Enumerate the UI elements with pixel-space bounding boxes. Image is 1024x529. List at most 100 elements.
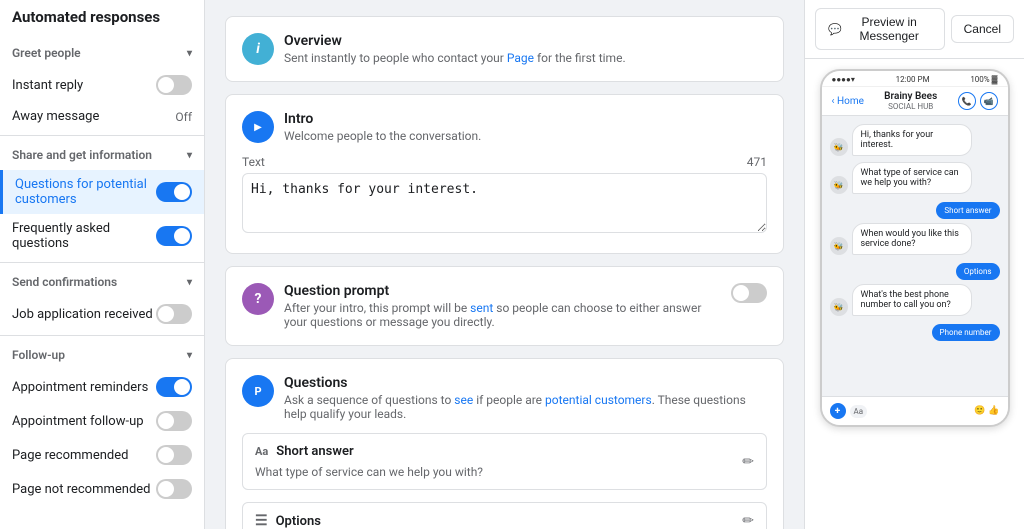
chat-message-row: 🐝 What's the best phone number to call y… xyxy=(830,284,1000,316)
aa-input[interactable]: Aa xyxy=(850,405,868,418)
chevron-down-icon: ▾ xyxy=(187,277,192,288)
main-content: i Overview Sent instantly to people who … xyxy=(205,0,804,529)
phone-mockup: ●●●●▾ 12:00 PM 100% ▓ ‹ Home Brainy Bees… xyxy=(805,59,1024,529)
item-label: Page recommended xyxy=(12,448,156,463)
instant-reply-toggle[interactable] xyxy=(156,75,192,95)
question-prompt-title: Question prompt xyxy=(284,283,721,299)
options-label: Options xyxy=(276,514,321,529)
chat-bubble: What type of service can we help you wit… xyxy=(852,162,972,194)
phone-video-icon[interactable]: 📹 xyxy=(980,92,998,110)
avatar: 🐝 xyxy=(830,138,848,156)
short-answer-item: Aa Short answer What type of service can… xyxy=(242,433,767,490)
options-item: ☰ Options ✏ When would you like this ser… xyxy=(242,502,767,529)
section-label: Follow-up xyxy=(12,348,65,362)
questions-card: P Questions Ask a sequence of questions … xyxy=(225,358,784,529)
intro-title: Intro xyxy=(284,111,481,127)
sidebar-item-appt-reminders[interactable]: Appointment reminders xyxy=(0,370,204,404)
avatar: 🐝 xyxy=(830,298,848,316)
reply-row: Phone number xyxy=(830,322,1000,341)
questions-toggle[interactable] xyxy=(156,182,192,202)
question-prompt-icon: ? xyxy=(242,283,274,315)
sidebar-item-away-message[interactable]: Away message Off xyxy=(0,102,204,131)
plus-icon[interactable]: + xyxy=(830,403,846,419)
questions-title: Questions xyxy=(284,375,767,391)
questions-icon: P xyxy=(242,375,274,407)
cancel-button[interactable]: Cancel xyxy=(951,15,1014,43)
intro-card: ▶ Intro Welcome people to the conversati… xyxy=(225,94,784,254)
sidebar-item-questions-potential[interactable]: Questions for potential customers xyxy=(0,170,204,214)
chevron-down-icon: ▾ xyxy=(187,48,192,59)
options-reply: Options xyxy=(956,263,1000,280)
chat-message-row: 🐝 Hi, thanks for your interest. xyxy=(830,124,1000,156)
job-toggle[interactable] xyxy=(156,304,192,324)
faq-toggle[interactable] xyxy=(156,226,192,246)
intro-icon: ▶ xyxy=(242,111,274,143)
intro-subtitle: Welcome people to the conversation. xyxy=(284,129,481,143)
question-prompt-toggle-wrap xyxy=(731,283,767,303)
off-text: Off xyxy=(175,110,192,124)
battery-icon: 100% ▓ xyxy=(970,75,997,84)
sidebar-section-confirmations[interactable]: Send confirmations ▾ xyxy=(0,267,204,297)
phone-nav-bar: ‹ Home Brainy Bees SOCIAL HUB 📞 📹 xyxy=(822,87,1008,116)
info-icon: i xyxy=(242,33,274,65)
thumbs-up-icon[interactable]: 👍 xyxy=(988,406,999,416)
sidebar-item-faq[interactable]: Frequently asked questions xyxy=(0,214,204,258)
sidebar-item-appt-followup[interactable]: Appointment follow-up xyxy=(0,404,204,438)
overview-subtitle: Sent instantly to people who contact you… xyxy=(284,51,626,65)
chat-bubble: When would you like this service done? xyxy=(852,223,972,255)
item-label: Away message xyxy=(12,109,175,124)
page-name: Brainy Bees xyxy=(870,91,952,102)
chevron-down-icon: ▾ xyxy=(187,150,192,161)
phone-number-reply: Phone number xyxy=(932,324,1000,341)
section-label: Share and get information xyxy=(12,148,152,162)
item-label: Questions for potential customers xyxy=(15,177,156,207)
phone-call-icon[interactable]: 📞 xyxy=(958,92,976,110)
messenger-icon: 💬 xyxy=(828,23,842,36)
item-label: Appointment follow-up xyxy=(12,414,156,429)
question-prompt-toggle[interactable] xyxy=(731,283,767,303)
sidebar-section-share[interactable]: Share and get information ▾ xyxy=(0,140,204,170)
intro-textarea[interactable]: Hi, thanks for your interest. xyxy=(242,173,767,233)
section-label: Send confirmations xyxy=(12,275,117,289)
page-sub: SOCIAL HUB xyxy=(870,102,952,111)
options-icon: ☰ xyxy=(255,513,268,529)
edit-icon[interactable]: ✏ xyxy=(742,454,754,470)
sidebar-item-page-not-recommended[interactable]: Page not recommended xyxy=(0,472,204,506)
reply-row: Short answer xyxy=(830,200,1000,219)
short-answer-reply: Short answer xyxy=(936,202,999,219)
phone-input-bar: + Aa 🙂 👍 xyxy=(822,396,1008,425)
question-prompt-subtitle: After your intro, this prompt will be se… xyxy=(284,301,721,329)
chat-body: 🐝 Hi, thanks for your interest. 🐝 What t… xyxy=(822,116,1008,396)
back-icon[interactable]: ‹ Home xyxy=(832,96,864,107)
page-rec-toggle[interactable] xyxy=(156,445,192,465)
page-not-rec-toggle[interactable] xyxy=(156,479,192,499)
sidebar-section-greet[interactable]: Greet people ▾ xyxy=(0,38,204,68)
appt-reminders-toggle[interactable] xyxy=(156,377,192,397)
avatar: 🐝 xyxy=(830,176,848,194)
sidebar-item-page-recommended[interactable]: Page recommended xyxy=(0,438,204,472)
time: 12:00 PM xyxy=(896,75,930,84)
preview-in-messenger-button[interactable]: 💬 Preview in Messenger xyxy=(815,8,945,50)
signal-icon: ●●●●▾ xyxy=(832,75,855,84)
sidebar-item-instant-reply[interactable]: Instant reply xyxy=(0,68,204,102)
short-answer-label: Short answer xyxy=(276,444,353,459)
text-label: Text 471 xyxy=(242,155,767,169)
emoji-icon[interactable]: 🙂 xyxy=(974,406,985,416)
preview-panel: 💬 Preview in Messenger Cancel ●●●●▾ 12:0… xyxy=(804,0,1024,529)
phone-status-bar: ●●●●▾ 12:00 PM 100% ▓ xyxy=(822,71,1008,87)
item-label: Appointment reminders xyxy=(12,380,156,395)
overview-title: Overview xyxy=(284,33,626,49)
edit-icon[interactable]: ✏ xyxy=(742,513,754,529)
section-label: Greet people xyxy=(12,46,81,60)
chat-bubble: Hi, thanks for your interest. xyxy=(852,124,972,156)
appt-followup-toggle[interactable] xyxy=(156,411,192,431)
app-title: Automated responses xyxy=(0,0,204,38)
reply-row: Options xyxy=(830,261,1000,280)
preview-topbar: 💬 Preview in Messenger Cancel xyxy=(805,0,1024,59)
questions-subtitle: Ask a sequence of questions to see if pe… xyxy=(284,393,767,421)
question-prompt-card: ? Question prompt After your intro, this… xyxy=(225,266,784,346)
sidebar: Automated responses Greet people ▾ Insta… xyxy=(0,0,205,529)
chat-message-row: 🐝 When would you like this service done? xyxy=(830,223,1000,255)
sidebar-item-job-application[interactable]: Job application received xyxy=(0,297,204,331)
sidebar-section-followup[interactable]: Follow-up ▾ xyxy=(0,340,204,370)
